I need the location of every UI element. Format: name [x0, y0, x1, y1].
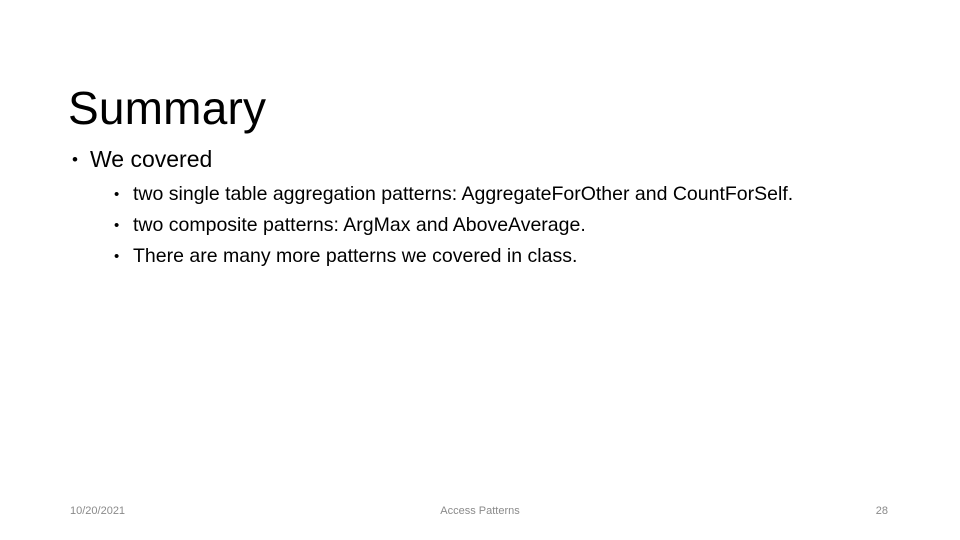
list-item: two single table aggregation patterns: A…	[111, 179, 918, 210]
page-title: Summary	[68, 81, 267, 134]
footer-page-number: 28	[875, 505, 888, 517]
bullet-list-level1: We covered two single table aggregation …	[68, 144, 918, 272]
list-item: We covered two single table aggregation …	[68, 144, 918, 272]
footer-title: Access Patterns	[440, 505, 520, 517]
slide-footer: 10/20/2021 Access Patterns 28	[0, 505, 960, 527]
list-item: two composite patterns: ArgMax and Above…	[111, 210, 918, 241]
list-item: There are many more patterns we covered …	[111, 241, 918, 272]
presentation-slide: Summary We covered two single table aggr…	[0, 0, 960, 540]
slide-body: We covered two single table aggregation …	[68, 144, 918, 274]
bullet-list-level2: two single table aggregation patterns: A…	[90, 179, 918, 272]
bullet-level1-text: We covered	[90, 146, 213, 172]
